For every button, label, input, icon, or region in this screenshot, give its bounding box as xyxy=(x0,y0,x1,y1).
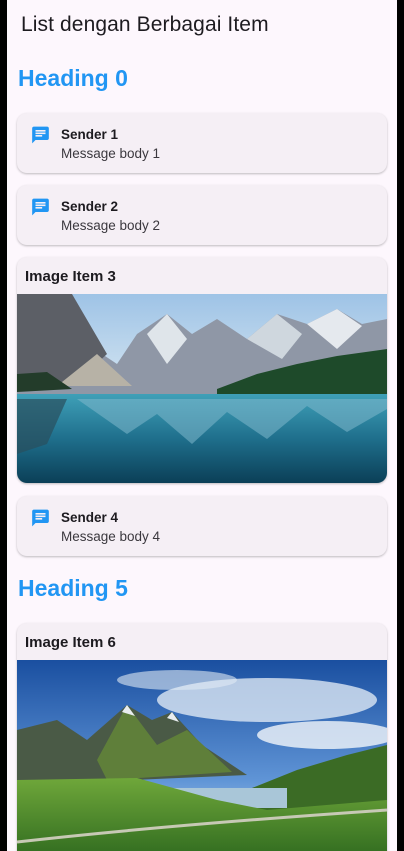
message-body: Message body 1 xyxy=(61,146,161,161)
message-body: Message body 2 xyxy=(61,218,161,233)
app-bar: List dengan Berbagai Item xyxy=(7,0,397,50)
message-sender: Sender 1 xyxy=(61,127,119,142)
message-icon xyxy=(32,126,49,144)
message-icon xyxy=(32,198,49,216)
lake-mountain-photo xyxy=(17,294,387,483)
heading-5: Heading 5 xyxy=(18,575,128,601)
app-title: List dengan Berbagai Item xyxy=(21,13,269,36)
image-item-title: Image Item 6 xyxy=(25,634,116,651)
message-sender: Sender 2 xyxy=(61,199,119,214)
message-card-1[interactable]: Sender 1 Message body 1 xyxy=(17,113,387,173)
image-card-6[interactable]: Image Item 6 xyxy=(17,623,387,851)
heading-0: Heading 0 xyxy=(18,65,128,91)
message-card-4[interactable]: Sender 4 Message body 4 xyxy=(17,496,387,556)
app-screen: List dengan Berbagai Item Heading 0 Send… xyxy=(7,0,397,851)
image-item-title: Image Item 3 xyxy=(25,268,116,285)
message-body: Message body 4 xyxy=(61,529,161,544)
message-sender: Sender 4 xyxy=(61,510,119,525)
message-icon xyxy=(32,509,49,527)
message-card-2[interactable]: Sender 2 Message body 2 xyxy=(17,185,387,245)
valley-mountain-photo xyxy=(17,660,387,851)
image-card-3[interactable]: Image Item 3 xyxy=(17,257,387,483)
